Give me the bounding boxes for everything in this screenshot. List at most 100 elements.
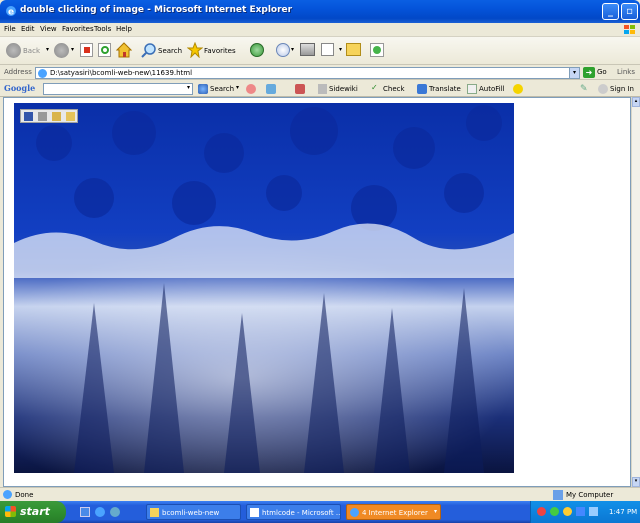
back-arrow-icon[interactable] [6,43,21,58]
svg-text:e: e [8,8,14,18]
task-bcomli[interactable]: bcomli-web-new [146,504,241,520]
menu-file[interactable]: File [4,25,16,33]
autofill-icon[interactable] [467,84,477,94]
print-icon[interactable] [300,43,315,56]
tray-volume-icon[interactable] [563,507,572,516]
task-htmlcode[interactable]: htmlcode - Microsoft ... [246,504,341,520]
menu-tools[interactable]: Tools [94,25,111,33]
messenger-icon[interactable] [370,43,384,57]
address-input[interactable]: D:\satyasiri\bcomli-web-new\11639.html ▾ [35,67,580,79]
share-icon[interactable] [266,84,276,94]
google-search-icon[interactable] [198,84,208,94]
menu-edit[interactable]: Edit [21,25,35,33]
start-button[interactable]: start [0,501,66,523]
address-label: Address [4,68,32,76]
search-button-label[interactable]: Search [158,47,182,55]
start-label: start [20,505,50,518]
forest-image[interactable] [14,103,514,473]
google-logo[interactable]: Google [4,83,35,93]
task-label-bcomli: bcomli-web-new [162,509,220,517]
menu-help[interactable]: Help [116,25,132,33]
title-bar[interactable]: e double clicking of image - Microsoft I… [0,0,640,23]
news-icon[interactable] [246,84,256,94]
quicklaunch-media-icon[interactable] [110,507,120,517]
tray-network-icon[interactable] [550,507,559,516]
favorites-star-icon[interactable] [187,42,203,58]
tray-antivirus-icon[interactable] [537,507,546,516]
go-arrow-icon[interactable]: ➜ [583,67,595,78]
search-magnifier-icon[interactable] [141,42,157,58]
stop-icon[interactable] [80,43,93,57]
spellcheck-icon[interactable]: ✓ [371,83,381,94]
maximize-button[interactable]: ▫ [621,3,638,20]
sidewiki-icon[interactable] [318,84,327,94]
address-dropdown-icon[interactable]: ▾ [569,68,579,78]
forward-dropdown-icon[interactable]: ▾ [71,46,74,53]
back-dropdown-icon[interactable]: ▾ [46,46,49,53]
mail-icon[interactable] [276,43,290,57]
done-page-icon [3,490,12,499]
sidewiki-label[interactable]: Sidewiki [329,85,358,93]
google-search-input[interactable] [43,83,193,95]
clock[interactable]: 1:47 PM [609,508,637,516]
quicklaunch-ie-icon[interactable] [95,507,105,517]
go-button-label[interactable]: Go [597,68,607,76]
pagerank-icon[interactable] [295,84,305,94]
history-icon[interactable] [250,43,264,57]
edit-dropdown-icon[interactable]: ▾ [339,46,342,53]
check-label[interactable]: Check [383,85,405,93]
edit-page-icon[interactable] [321,43,334,56]
standard-toolbar: Back ▾ ▾ Search Favorites ▾ ▾ [0,37,640,65]
email-image-icon[interactable] [52,112,61,121]
signin-label[interactable]: Sign In [610,85,634,93]
notepad-task-icon [250,508,259,517]
page-icon [38,69,47,78]
task-label-ie: 4 Internet Explorer [362,509,428,517]
ie-logo-icon: e [6,6,16,18]
scroll-up-icon[interactable]: ▴ [632,97,640,107]
favorites-button-label[interactable]: Favorites [204,47,236,55]
system-tray: 1:47 PM [530,501,640,523]
wrench-icon[interactable]: ✎ [580,84,590,94]
computer-icon [553,490,563,500]
home-icon[interactable] [116,42,132,58]
task-internet-explorer[interactable]: 4 Internet Explorer ▾ [346,504,441,520]
search-dropdown-icon[interactable]: ▾ [236,84,239,91]
status-text: Done [15,491,34,499]
refresh-icon[interactable] [98,43,111,57]
tray-media-icon[interactable] [576,507,585,516]
minimize-button[interactable]: _ [602,3,619,20]
window-title: double clicking of image - Microsoft Int… [20,5,293,15]
print-image-icon[interactable] [38,112,47,121]
translate-label[interactable]: Translate [429,85,461,93]
menu-view[interactable]: View [40,25,57,33]
folder-task-icon [150,508,159,517]
folder-icon[interactable] [346,43,361,56]
task-label-htmlcode: htmlcode - Microsoft ... [262,509,341,517]
ie-task-icon [350,508,359,517]
mail-dropdown-icon[interactable]: ▾ [291,46,294,53]
highlight-icon[interactable] [513,84,523,94]
save-image-icon[interactable] [24,112,33,121]
user-avatar-icon [598,84,608,94]
address-value[interactable]: D:\satyasiri\bcomli-web-new\11639.html [50,69,192,77]
autofill-label[interactable]: AutoFill [479,85,505,93]
my-pictures-icon[interactable] [66,112,75,121]
show-desktop-icon[interactable] [80,507,90,517]
status-bar: Done My Computer [0,487,640,501]
address-bar: Address D:\satyasiri\bcomli-web-new\1163… [0,65,640,80]
vertical-scrollbar[interactable]: ▴ ▾ [631,97,640,487]
forward-arrow-icon[interactable] [54,43,69,58]
taskbar: start bcomli-web-new htmlcode - Microsof… [0,501,640,523]
google-search-label[interactable]: Search [210,85,234,93]
translate-icon[interactable] [417,84,427,94]
winter-forest-photo [14,103,514,473]
menu-favorites[interactable]: Favorites [62,25,94,33]
links-label[interactable]: Links [617,68,635,76]
image-toolbar [20,109,78,123]
google-input-dropdown-icon[interactable]: ▾ [187,84,190,91]
tray-display-icon[interactable] [589,507,598,516]
windows-logo-icon [5,506,16,517]
back-label[interactable]: Back [23,47,40,55]
scroll-down-icon[interactable]: ▾ [632,477,640,487]
